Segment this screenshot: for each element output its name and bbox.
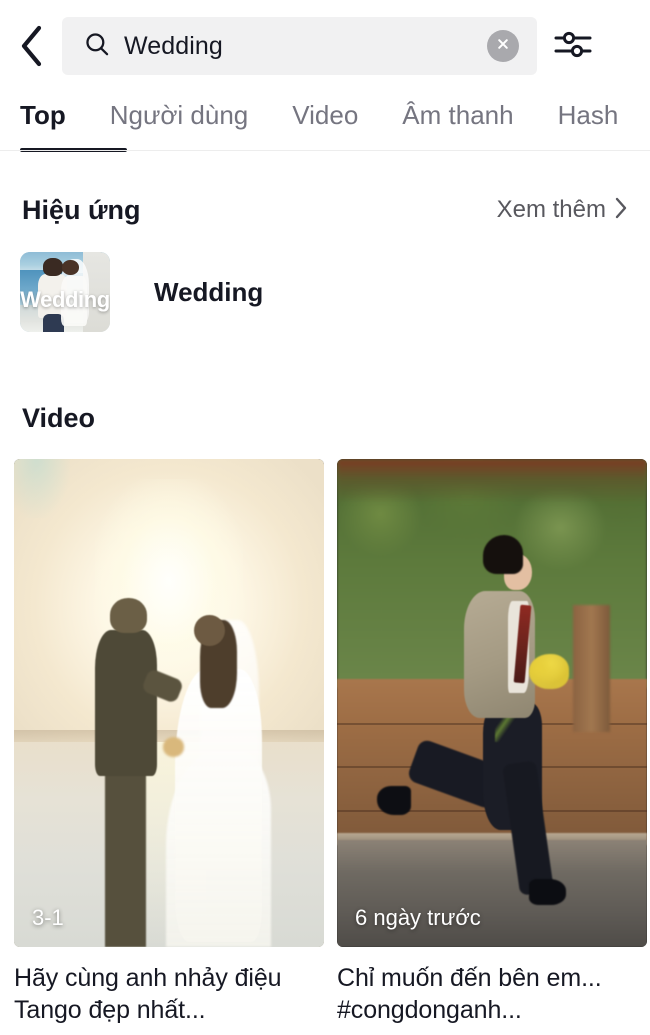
runner-back-shoe bbox=[377, 785, 412, 816]
tab-hashtags[interactable]: Hash bbox=[558, 92, 619, 128]
search-input[interactable]: Wedding bbox=[62, 17, 537, 75]
video-card[interactable]: 3-1 Hãy cùng anh nhảy điệu Tango đẹp nhấ… bbox=[14, 459, 324, 1026]
search-results-screen: Wedding Top Người dùng Video Âm thanh Ha… bbox=[0, 0, 650, 1035]
runner-hair bbox=[482, 534, 523, 574]
tab-top[interactable]: Top bbox=[20, 92, 66, 128]
filter-button[interactable] bbox=[537, 0, 609, 92]
search-icon bbox=[84, 31, 110, 62]
bride-head bbox=[193, 615, 225, 647]
close-icon bbox=[495, 36, 511, 57]
search-header: Wedding bbox=[0, 0, 650, 92]
effect-thumbnail-label: Wedding bbox=[20, 286, 110, 312]
video-section-title: Video bbox=[22, 402, 96, 433]
tabbar-divider bbox=[0, 150, 650, 151]
search-query-text: Wedding bbox=[124, 33, 223, 59]
yellow-flower-bouquet bbox=[529, 654, 570, 690]
effects-section-title: Hiệu ứng bbox=[22, 194, 141, 225]
effect-groom-head bbox=[43, 258, 64, 276]
video-section-header: Video bbox=[0, 396, 650, 440]
video-card[interactable]: 6 ngày trước Chỉ muốn đến bên em... #con… bbox=[337, 459, 647, 1026]
clear-search-button[interactable] bbox=[487, 30, 519, 62]
bride-dress bbox=[175, 668, 262, 943]
video-caption: Chỉ muốn đến bên em... #congdonganh... bbox=[337, 964, 602, 1024]
video-caption: Hãy cùng anh nhảy điệu Tango đẹp nhất... bbox=[14, 964, 282, 1024]
effect-list-item[interactable]: Wedding Wedding bbox=[0, 250, 650, 334]
chevron-right-icon bbox=[614, 196, 628, 225]
back-button[interactable] bbox=[0, 0, 62, 92]
held-hands bbox=[162, 737, 185, 757]
video-badge: 3-1 bbox=[32, 905, 64, 930]
effects-see-more-link[interactable]: Xem thêm bbox=[497, 196, 628, 225]
chevron-left-icon bbox=[18, 24, 44, 68]
video-badge: 6 ngày trước bbox=[355, 905, 481, 930]
groom-torso bbox=[94, 629, 157, 777]
video-thumbnail[interactable]: 3-1 bbox=[14, 459, 324, 947]
filter-sliders-icon bbox=[553, 27, 593, 66]
runner-front-shoe bbox=[529, 878, 567, 906]
tab-video[interactable]: Video bbox=[292, 92, 358, 128]
wall-pillar bbox=[572, 605, 610, 733]
video-results-grid: 3-1 Hãy cùng anh nhảy điệu Tango đẹp nhấ… bbox=[0, 459, 650, 1026]
groom-head bbox=[110, 598, 148, 634]
tab-sounds[interactable]: Âm thanh bbox=[402, 92, 513, 128]
corner-tint bbox=[14, 459, 70, 518]
hedge-top-edge bbox=[337, 459, 647, 503]
search-tab-bar: Top Người dùng Video Âm thanh Hash bbox=[0, 92, 650, 152]
see-more-label: Xem thêm bbox=[496, 196, 606, 223]
effect-thumbnail: Wedding bbox=[20, 252, 110, 332]
effects-section-header: Hiệu ứng Xem thêm bbox=[0, 188, 650, 232]
tab-users[interactable]: Người dùng bbox=[110, 92, 249, 128]
effect-name: Wedding bbox=[154, 277, 264, 307]
road-surface bbox=[337, 839, 647, 947]
video-thumbnail[interactable]: 6 ngày trước bbox=[337, 459, 647, 947]
groom-legs bbox=[105, 766, 146, 947]
